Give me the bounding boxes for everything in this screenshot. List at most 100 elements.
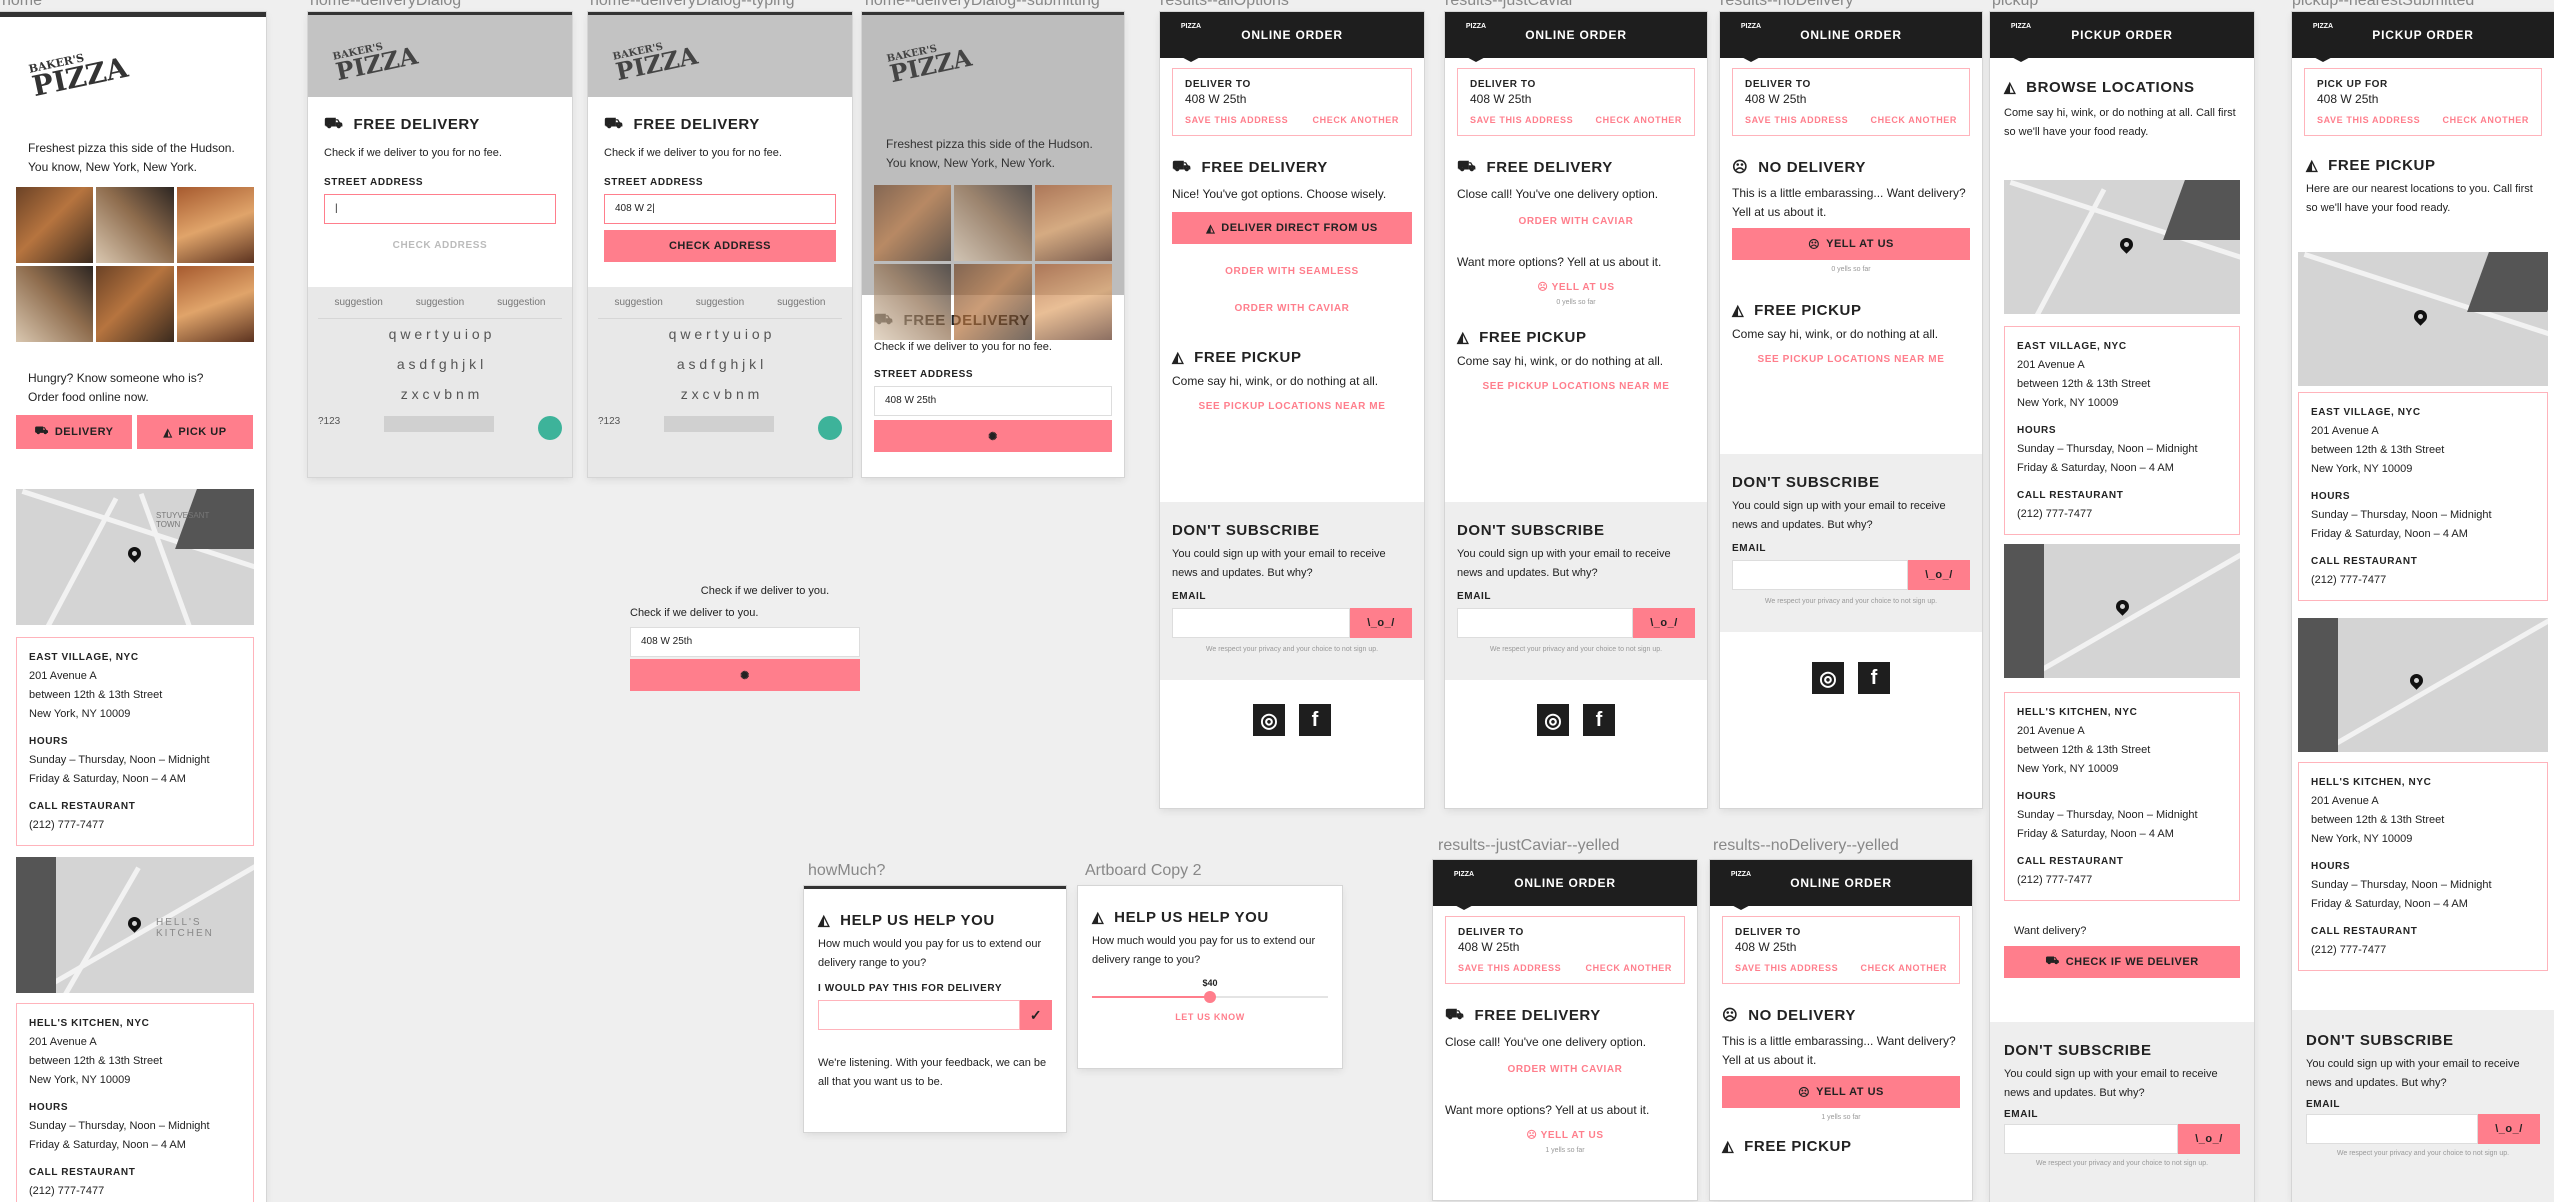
yell-button[interactable]: ☹ YELL AT US [1722, 1076, 1960, 1108]
map-pin-icon [2113, 597, 2132, 616]
artboard-label: home--deliveryDialog--typing [590, 0, 795, 9]
see-pickup-link[interactable]: SEE PICKUP LOCATIONS NEAR ME [1457, 381, 1695, 392]
deliver-direct-button[interactable]: ◭ DELIVER DIRECT FROM US [1172, 212, 1412, 244]
spinner-icon: ✺ [740, 669, 750, 682]
shrug-button[interactable]: \_o_/ [1350, 608, 1412, 638]
frown-icon: ☹ [1808, 238, 1821, 251]
check-another-link[interactable]: CHECK ANOTHER [1596, 115, 1682, 125]
phone-link[interactable]: (212) 777-7477 [29, 1182, 241, 1201]
pay-input[interactable] [818, 1000, 1020, 1030]
delivery-button[interactable]: ⛟ DELIVERY [16, 415, 132, 449]
let-us-know-link[interactable]: LET US KNOW [1092, 1012, 1328, 1022]
address-box: DELIVER TO 408 W 25th SAVE THIS ADDRESS CH… [1172, 68, 1412, 136]
shrug-button[interactable]: \_o_/ [2478, 1114, 2540, 1144]
shrug-button[interactable]: \_o_/ [1908, 560, 1970, 590]
instagram-icon[interactable]: ◎ [1812, 662, 1844, 694]
price-slider[interactable] [1092, 990, 1328, 1004]
check-delivery-button[interactable]: ⛟ CHECK IF WE DELIVER [2004, 946, 2240, 978]
facebook-icon[interactable]: f [1299, 704, 1331, 736]
pickup-button[interactable]: ◭ PICK UP [137, 415, 253, 449]
check-another-link[interactable]: CHECK ANOTHER [1861, 963, 1947, 973]
section-title: ⛟ FREE DELIVERY [1457, 158, 1613, 176]
map-east-village[interactable]: STUYVESANT TOWN [16, 489, 254, 625]
shrug-button[interactable]: \_o_/ [2178, 1124, 2240, 1154]
phone-link[interactable]: (212) 777-7477 [2311, 571, 2535, 590]
street-input[interactable]: | [324, 194, 556, 224]
caviar-link[interactable]: ORDER WITH CAVIAR [1457, 216, 1695, 227]
street-input[interactable]: 408 W 25th [874, 386, 1112, 416]
want-delivery-text: Want delivery? [2014, 925, 2087, 937]
artboard-typing: BAKER'S PIZZA ⛟ FREE DELIVERY Check if we … [588, 12, 852, 477]
shrug-button[interactable]: \_o_/ [1633, 608, 1695, 638]
pizza-icon: ◭ [1172, 349, 1185, 366]
pizza-icon: ◭ [1732, 302, 1745, 319]
email-input[interactable] [1457, 608, 1633, 638]
facebook-icon[interactable]: f [1858, 662, 1890, 694]
check-another-link[interactable]: CHECK ANOTHER [1313, 115, 1399, 125]
email-input[interactable] [2004, 1124, 2178, 1154]
snippet: Check if we deliver to you. Check if we … [630, 585, 860, 691]
address-box: PICK UP FOR 408 W 25th SAVE THIS ADDRESS C… [2304, 68, 2542, 136]
see-pickup-link[interactable]: SEE PICKUP LOCATIONS NEAR ME [1732, 354, 1970, 365]
artboard-home: BAKER'S PIZZA Freshest pizza this side of… [0, 12, 266, 1202]
map-hells-kitchen[interactable] [2004, 544, 2240, 678]
street-label: STREET ADDRESS [324, 177, 424, 188]
save-address-link[interactable]: SAVE THIS ADDRESS [1745, 115, 1848, 125]
map-east-village[interactable] [2004, 180, 2240, 314]
artboard-label: pickup [1992, 0, 2039, 9]
yell-link[interactable]: ☹ YELL AT US [1445, 1130, 1685, 1141]
map-hells-kitchen[interactable] [2298, 618, 2548, 752]
loading-button: ✺ [630, 659, 860, 691]
map-pin-icon [2407, 671, 2426, 690]
email-input[interactable] [1732, 560, 1908, 590]
caviar-link[interactable]: ORDER WITH CAVIAR [1445, 1064, 1685, 1075]
check-icon[interactable]: ✓ [1020, 1000, 1052, 1030]
see-pickup-link[interactable]: SEE PICKUP LOCATIONS NEAR ME [1172, 401, 1412, 412]
email-input[interactable] [2306, 1114, 2478, 1144]
artboard-submitting: BAKER'S PIZZA Freshest pizza this side of… [862, 12, 1124, 477]
check-address-button[interactable]: CHECK ADDRESS [324, 240, 556, 251]
save-address-link[interactable]: SAVE THIS ADDRESS [1735, 963, 1838, 973]
section-title: ☹ NO DELIVERY [1722, 1006, 1856, 1025]
truck-icon: ⛟ [1457, 158, 1477, 175]
save-address-link[interactable]: SAVE THIS ADDRESS [1458, 963, 1561, 973]
section-title: ◭ HELP US HELP YOU [818, 911, 995, 930]
keyboard[interactable]: suggestion suggestion suggestion q w e r t… [588, 287, 852, 477]
map-hells-kitchen[interactable]: HELL'S KITCHEN [16, 857, 254, 993]
caviar-link[interactable]: ORDER WITH CAVIAR [1172, 303, 1412, 314]
yell-button[interactable]: ☹ YELL AT US [1732, 228, 1970, 260]
save-address-link[interactable]: SAVE THIS ADDRESS [2317, 115, 2420, 125]
keyboard[interactable]: suggestion suggestion suggestion q w e r t… [308, 287, 572, 477]
instagram-icon[interactable]: ◎ [1537, 704, 1569, 736]
yell-link[interactable]: ☹ YELL AT US [1457, 282, 1695, 293]
phone-link[interactable]: (212) 777-7477 [2017, 505, 2227, 524]
check-another-link[interactable]: CHECK ANOTHER [2443, 115, 2529, 125]
brand-logo: BAKER'S PIZZA [27, 50, 131, 104]
seamless-link[interactable]: ORDER WITH SEAMLESS [1172, 266, 1412, 277]
street-input[interactable]: 408 W 25th [630, 627, 860, 657]
map-east-village[interactable] [2298, 252, 2548, 386]
dialog-title: ⛟FREE DELIVERY [324, 115, 480, 133]
check-another-link[interactable]: CHECK ANOTHER [1871, 115, 1957, 125]
dialog-subtitle: Check if we deliver to you for no fee. [604, 147, 782, 159]
spinner-icon: ✺ [988, 430, 998, 443]
no-delivery-text: This is a little embarassing... Want del… [1722, 1034, 1956, 1067]
check-another-link[interactable]: CHECK ANOTHER [1586, 963, 1672, 973]
save-address-link[interactable]: SAVE THIS ADDRESS [1470, 115, 1573, 125]
dialog-subtitle: Check if we deliver to you for no fee. [874, 341, 1052, 353]
delivery-text: Nice! You've got options. Choose wisely. [1172, 187, 1387, 201]
email-input[interactable] [1172, 608, 1350, 638]
save-address-link[interactable]: SAVE THIS ADDRESS [1185, 115, 1288, 125]
phone-link[interactable]: (212) 777-7477 [2311, 941, 2535, 960]
pay-label: I WOULD PAY THIS FOR DELIVERY [818, 983, 1003, 994]
subscribe-section: DON'T SUBSCRIBE You could sign up with y… [1160, 502, 1424, 680]
slider-handle[interactable] [1204, 991, 1216, 1003]
pickup-text: Come say hi, wink, or do nothing at all. [1172, 374, 1379, 388]
phone-link[interactable]: (212) 777-7477 [2017, 871, 2227, 890]
street-input[interactable]: 408 W 2| [604, 194, 836, 224]
truck-icon: ⛟ [1172, 158, 1192, 175]
check-address-button[interactable]: CHECK ADDRESS [604, 230, 836, 262]
facebook-icon[interactable]: f [1583, 704, 1615, 736]
instagram-icon[interactable]: ◎ [1253, 704, 1285, 736]
phone-link[interactable]: (212) 777-7477 [29, 816, 241, 835]
